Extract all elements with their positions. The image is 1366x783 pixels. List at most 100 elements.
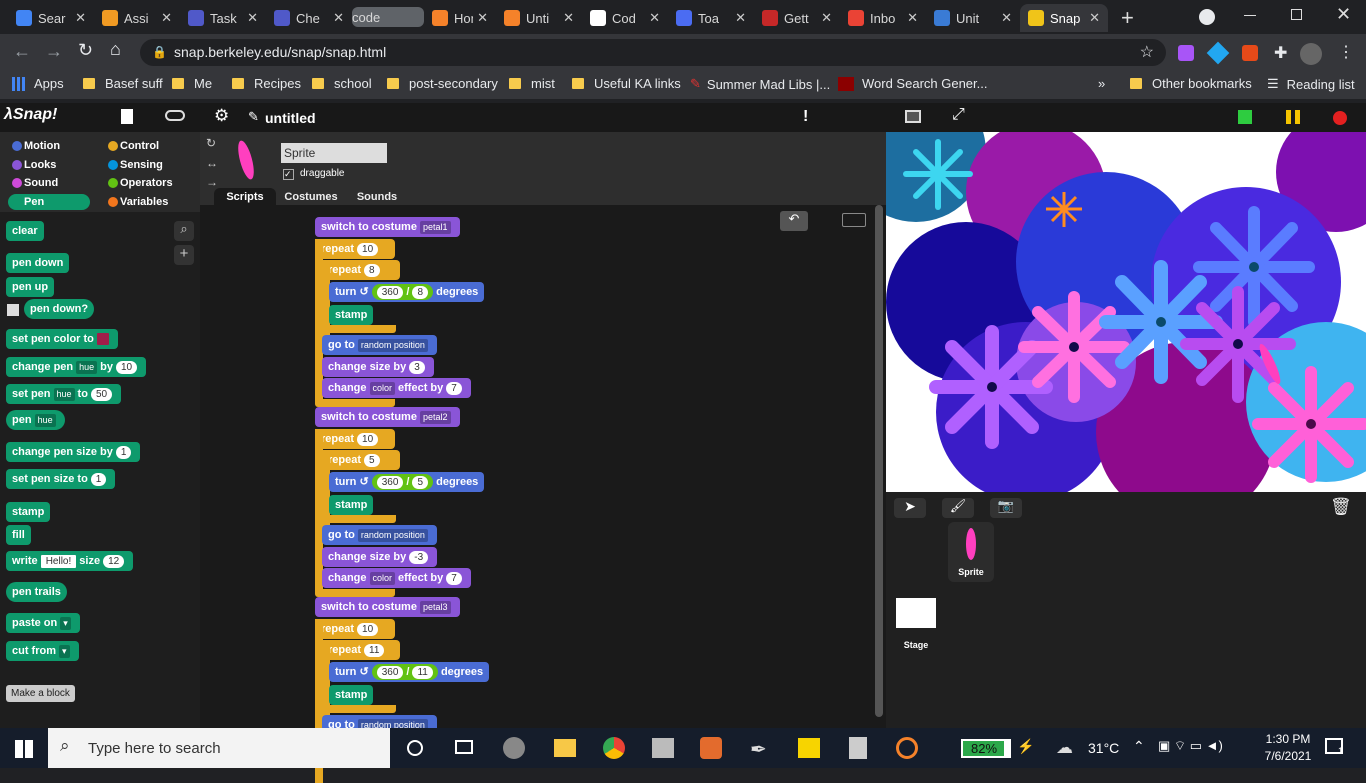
category-operators[interactable]: Operators: [104, 175, 186, 191]
bookmark-star-icon[interactable]: ☆: [1140, 39, 1154, 66]
block-change-size[interactable]: change size by 3: [322, 357, 434, 377]
block-turn[interactable]: turn ↺ 360/8 degrees: [329, 282, 485, 302]
leftright-icon[interactable]: ↔: [206, 156, 218, 170]
bookmark-folder[interactable]: Basef suff: [83, 76, 163, 91]
tab-close-icon[interactable]: ✕: [1089, 10, 1100, 26]
tab-close-icon[interactable]: ✕: [563, 10, 574, 26]
block-pen-trails[interactable]: pen trails: [6, 582, 67, 602]
tab-close-icon[interactable]: ✕: [821, 10, 832, 26]
block-repeat-inner[interactable]: repeat 11: [322, 640, 400, 660]
tab-close-icon[interactable]: ✕: [649, 10, 660, 26]
block-go-to[interactable]: go to random position: [322, 525, 437, 545]
cloud-icon[interactable]: [165, 110, 185, 121]
app-icon-1[interactable]: [652, 738, 674, 758]
block-change-pen-by[interactable]: change pen hue by 10: [6, 357, 147, 377]
sticky-notes-icon[interactable]: [798, 738, 820, 758]
paintbrush-icon[interactable]: 🖌: [942, 498, 974, 518]
block-fill[interactable]: fill: [6, 525, 31, 545]
puzzle-icon[interactable]: ✚: [1274, 43, 1287, 63]
weather-text[interactable]: 31°C: [1088, 740, 1119, 756]
stage-thumbnail[interactable]: [896, 598, 936, 628]
block-change-effect[interactable]: change color effect by 7: [322, 568, 471, 588]
search-blocks-icon[interactable]: ⌕: [174, 221, 194, 241]
block-stamp[interactable]: stamp: [6, 502, 51, 522]
browser-tab[interactable]: Snap ✕: [1020, 4, 1108, 32]
add-block-icon[interactable]: +: [174, 245, 194, 265]
browser-tab[interactable]: Unti ✕: [496, 4, 582, 32]
draggable-checkbox[interactable]: ✓: [283, 169, 294, 180]
app-icon-4[interactable]: [896, 737, 918, 759]
bookmark-folder[interactable]: Recipes: [232, 76, 301, 91]
taskbar-search[interactable]: ⌕ Type here to search: [48, 728, 390, 768]
category-variables[interactable]: Variables: [104, 194, 186, 210]
browser-tab[interactable]: Assi ✕: [94, 4, 180, 32]
category-pen[interactable]: Pen: [8, 194, 90, 210]
battery-indicator[interactable]: 82%: [961, 739, 1011, 758]
block-stamp[interactable]: stamp: [329, 685, 374, 705]
chevron-up-icon[interactable]: ⌃: [1133, 738, 1145, 755]
tab-close-icon[interactable]: ✕: [161, 10, 172, 26]
address-bar[interactable]: 🔒 snap.berkeley.edu/snap/snap.html ☆: [140, 39, 1166, 66]
undo-button[interactable]: ↶: [780, 211, 808, 231]
browser-tab[interactable]: Hon✕: [424, 4, 496, 32]
unused-blocks-icon[interactable]: !: [803, 108, 808, 126]
rotate-icon[interactable]: ↻: [206, 136, 216, 150]
block-switch-costume[interactable]: switch to costume petal2: [315, 407, 460, 427]
sprite-name-field[interactable]: Sprite: [281, 143, 387, 163]
block-paste-on[interactable]: paste on ▾: [6, 613, 80, 633]
more-bookmarks[interactable]: »: [1098, 76, 1105, 91]
block-clear[interactable]: clear: [6, 221, 44, 241]
tab-close-icon[interactable]: ✕: [333, 10, 344, 26]
tray-icons[interactable]: ▣ ⌔ ▭ ◄): [1158, 738, 1223, 754]
camera-icon[interactable]: 📷: [990, 498, 1022, 518]
windows-start-icon[interactable]: [15, 740, 33, 758]
block-pen-reporter[interactable]: pen hue: [6, 410, 65, 430]
category-sound[interactable]: Sound: [8, 175, 90, 191]
bookmark-link[interactable]: Word Search Gener...: [838, 76, 988, 91]
block-set-pen-color[interactable]: set pen color to: [6, 329, 118, 349]
browser-tab[interactable]: Inbo ✕: [840, 4, 926, 32]
block-change-pen-size[interactable]: change pen size by 1: [6, 442, 141, 462]
close-window-button[interactable]: ✕: [1336, 4, 1351, 25]
block-pen-down[interactable]: pen down: [6, 253, 70, 273]
tab-scripts[interactable]: Scripts: [214, 188, 276, 206]
category-motion[interactable]: Motion: [8, 138, 90, 154]
browser-tab[interactable]: code: [352, 7, 424, 27]
block-change-effect[interactable]: change color effect by 7: [322, 378, 471, 398]
block-switch-costume[interactable]: switch to costume petal3: [315, 597, 460, 617]
tab-close-icon[interactable]: ✕: [247, 10, 258, 26]
block-stamp[interactable]: stamp: [329, 495, 374, 515]
browser-tab[interactable]: Toa ✕: [668, 4, 754, 32]
block-repeat-outer[interactable]: repeat 10: [315, 429, 395, 449]
tab-close-icon[interactable]: ✕: [735, 10, 746, 26]
block-change-size[interactable]: change size by -3: [322, 547, 438, 567]
back-icon[interactable]: ←: [13, 41, 31, 62]
block-go-to[interactable]: go to random position: [322, 335, 437, 355]
make-a-block-button[interactable]: Make a block: [6, 685, 75, 702]
browser-tab[interactable]: Che ✕: [266, 4, 352, 32]
extension-icon-2[interactable]: [1206, 41, 1230, 65]
bookmark-folder[interactable]: Me: [172, 76, 212, 91]
category-looks[interactable]: Looks: [8, 157, 90, 173]
other-bookmarks[interactable]: Other bookmarks: [1130, 76, 1252, 91]
chrome-icon[interactable]: [603, 737, 625, 759]
avatar[interactable]: [1300, 43, 1322, 65]
block-repeat-inner[interactable]: repeat 8: [322, 260, 400, 280]
bookmark-folder[interactable]: school: [312, 76, 372, 91]
color-swatch[interactable]: [96, 333, 109, 346]
block-switch-costume[interactable]: switch to costume petal1: [315, 217, 460, 237]
cloud-icon[interactable]: ☁: [1056, 738, 1073, 758]
block-turn[interactable]: turn ↺ 360/11 degrees: [329, 662, 490, 682]
extension-icon-3[interactable]: [1242, 45, 1258, 61]
new-tab-button[interactable]: +: [1121, 5, 1134, 31]
calculator-icon[interactable]: [849, 737, 867, 759]
extension-icon-1[interactable]: [1178, 45, 1194, 61]
block-write[interactable]: write Hello! size 12: [6, 551, 134, 571]
watcher-checkbox[interactable]: [7, 304, 19, 316]
tab-close-icon[interactable]: ✕: [907, 10, 918, 26]
vertical-scrollbar[interactable]: [875, 205, 883, 717]
sprite-icon[interactable]: Sprite: [948, 522, 994, 582]
bookmark-apps[interactable]: Apps: [12, 76, 64, 91]
task-view-icon[interactable]: [455, 740, 473, 754]
clock-time[interactable]: 1:30 PM: [1262, 732, 1314, 746]
